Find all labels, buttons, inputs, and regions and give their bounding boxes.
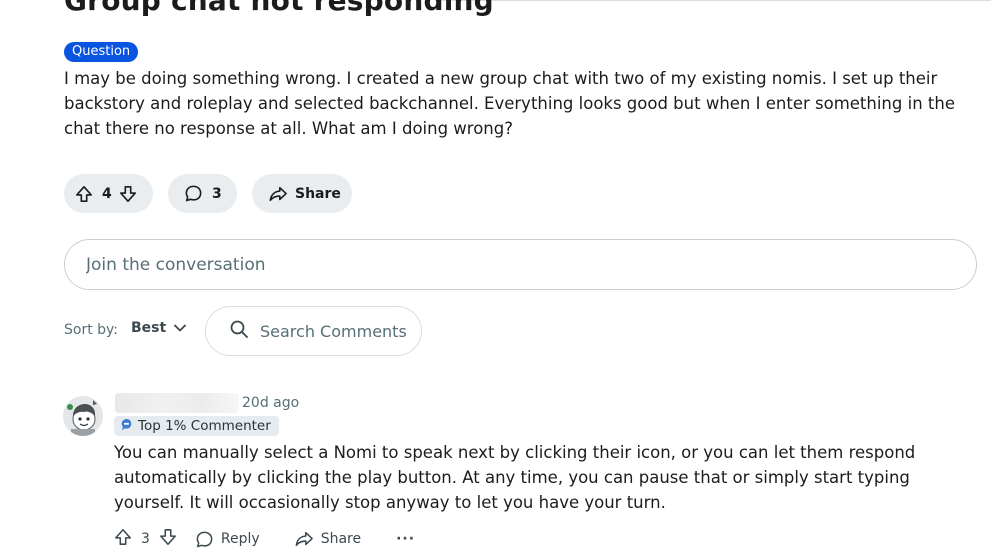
reply-bubble-icon (196, 531, 213, 547)
comment-upvote-icon[interactable] (114, 528, 132, 550)
comment-vote-count: 3 (141, 531, 150, 547)
avatar[interactable] (63, 396, 103, 436)
comment-actions: 3 Reply Share ··· (114, 527, 415, 551)
share-icon (268, 185, 288, 203)
post-vote-count: 4 (102, 185, 112, 202)
sort-label: Sort by: (64, 322, 119, 338)
top-commenter-badge: Top 1% Commenter (114, 416, 279, 436)
reply-label: Reply (220, 531, 260, 547)
comment-body: You can manually select a Nomi to speak … (114, 443, 916, 512)
post-body: I may be doing something wrong. I create… (64, 69, 955, 138)
comment-badge-icon (120, 418, 133, 435)
comments-button[interactable]: 3 (168, 174, 237, 213)
comment-timestamp[interactable]: 20d ago (242, 395, 299, 411)
search-icon (229, 319, 249, 343)
post-share-button[interactable]: Share (252, 174, 352, 213)
reply-button[interactable]: Reply (195, 530, 260, 549)
top-divider (440, 0, 991, 1)
join-conversation-box[interactable] (64, 239, 977, 290)
comment-share-button[interactable]: Share (294, 530, 361, 548)
join-conversation-input[interactable] (84, 253, 948, 276)
search-comments-input[interactable] (258, 320, 412, 342)
more-options-icon[interactable]: ··· (396, 531, 415, 547)
downvote-icon[interactable] (119, 185, 137, 203)
post-vote-group: 4 (64, 174, 153, 213)
username-redacted[interactable] (115, 393, 239, 413)
sort-selected-value: Best (131, 320, 167, 336)
post-flair[interactable]: Question (64, 42, 139, 62)
post-title: Group chat not responding (64, 0, 494, 17)
chevron-down-icon (174, 324, 187, 332)
comment-share-icon (295, 531, 313, 547)
share-label: Share (295, 185, 341, 202)
sort-dropdown[interactable]: Best (131, 320, 187, 336)
search-comments-box[interactable] (205, 306, 422, 356)
badge-label: Top 1% Commenter (138, 418, 271, 434)
comment-downvote-icon[interactable] (159, 528, 177, 550)
comment-share-label: Share (320, 531, 362, 547)
comment-count: 3 (212, 185, 222, 202)
upvote-icon[interactable] (75, 185, 93, 203)
comment-icon (184, 184, 203, 203)
